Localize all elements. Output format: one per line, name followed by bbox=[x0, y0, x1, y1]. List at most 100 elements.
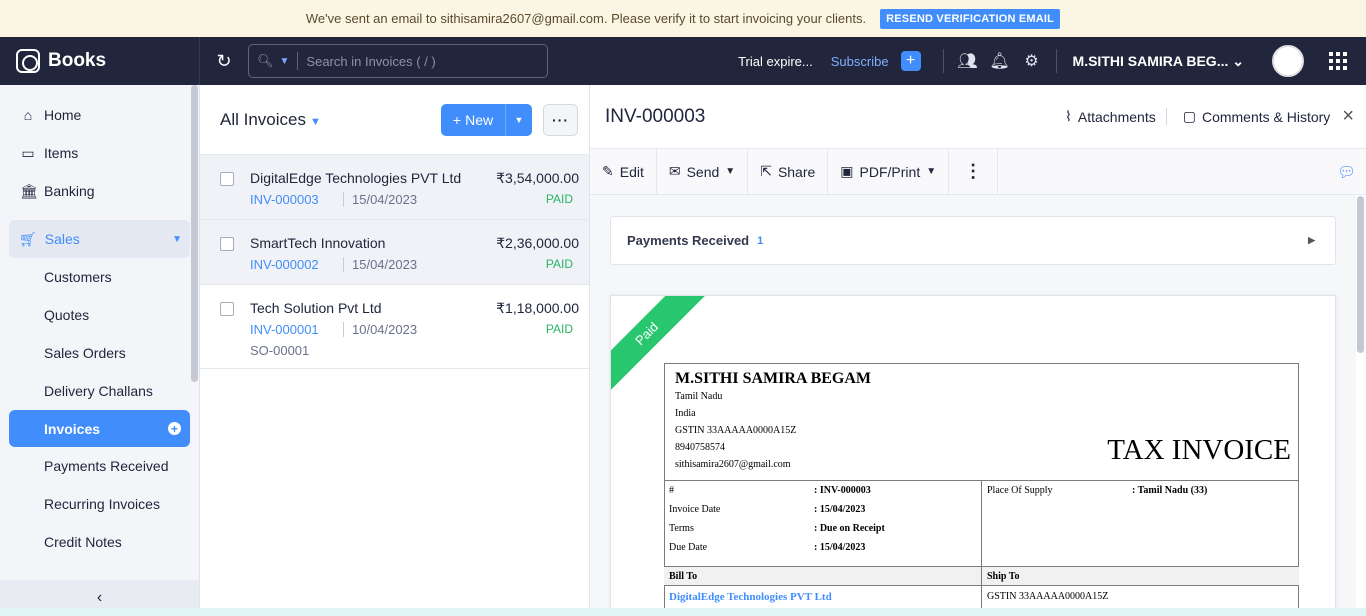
invoice-date: 10/04/2023 bbox=[343, 322, 417, 337]
detail-body: Payments Received 1 ▶ Paid M.SITHI SAMIR… bbox=[590, 195, 1356, 616]
chat-icon[interactable]: 💬︎ bbox=[1337, 163, 1356, 181]
resend-verification-button[interactable]: RESEND VERIFICATION EMAIL bbox=[880, 8, 1061, 29]
new-dropdown-caret-icon[interactable]: ▼ bbox=[505, 103, 532, 136]
list-view-selector[interactable]: All Invoices ▼ bbox=[220, 110, 321, 130]
org-name: M.SITHI SAMIRA BEGAM bbox=[675, 370, 872, 387]
sidebar-item-recurring-invoices[interactable]: Recurring Invoices bbox=[0, 485, 199, 523]
payments-count-badge: 1 bbox=[757, 234, 764, 247]
plus-icon: + bbox=[452, 111, 462, 128]
verification-banner: We've sent an email to sithisamira2607@g… bbox=[0, 0, 1366, 37]
invoice-number[interactable]: INV-000002 bbox=[250, 257, 319, 272]
list-item[interactable]: DigitalEdge Technologies PVT Ltd ₹3,54,0… bbox=[200, 155, 589, 220]
sidebar-item-banking[interactable]: 🏛︎ Banking bbox=[0, 172, 199, 210]
sidebar-item-label: Home bbox=[44, 107, 82, 123]
share-button[interactable]: ⇱ Share bbox=[748, 148, 829, 195]
org-state: Tamil Nadu bbox=[675, 391, 723, 402]
organization-switcher[interactable]: M.SITHI SAMIRA BEG... ⌄ bbox=[1073, 53, 1244, 70]
search-placeholder: Search in Invoices ( / ) bbox=[306, 53, 436, 69]
comment-icon: ▢ bbox=[1182, 108, 1196, 124]
invoice-date: 15/04/2023 bbox=[343, 192, 417, 207]
edit-button[interactable]: ✎ Edit bbox=[590, 148, 657, 195]
search-icon: 🔍︎ bbox=[257, 53, 274, 68]
list-item[interactable]: SmartTech Innovation ₹2,36,000.00 INV-00… bbox=[200, 220, 589, 285]
ship-to-label: Ship To bbox=[987, 571, 1020, 582]
add-invoice-plus-icon[interactable]: + bbox=[168, 422, 181, 435]
row-checkbox[interactable] bbox=[220, 302, 234, 316]
sidebar-item-payments-received[interactable]: Payments Received bbox=[0, 447, 199, 485]
sidebar-item-customers[interactable]: Customers bbox=[0, 258, 199, 296]
app-brand[interactable]: Books bbox=[0, 37, 200, 85]
expand-arrow-icon[interactable]: ▶ bbox=[1308, 235, 1315, 246]
gear-icon[interactable]: ⚙ bbox=[1016, 51, 1048, 71]
detail-scrollbar[interactable] bbox=[1357, 196, 1364, 353]
send-button[interactable]: ✉ Send ▼ bbox=[657, 148, 749, 195]
chevron-down-icon[interactable]: ▼ bbox=[280, 56, 290, 67]
paperclip-icon: ⌇ bbox=[1065, 108, 1072, 124]
sidebar-item-home[interactable]: ⌂ Home bbox=[0, 96, 199, 134]
quick-create-plus-icon[interactable]: + bbox=[900, 51, 921, 71]
cart-icon: 🛒︎ bbox=[19, 230, 37, 247]
sidebar: ⌂ Home ▭ Items 🏛︎ Banking 🛒︎ Sales ▼ Cus… bbox=[0, 85, 200, 616]
sidebar-item-invoices[interactable]: Invoices + bbox=[9, 410, 190, 447]
pdf-icon: ▣ bbox=[840, 163, 854, 179]
search-input[interactable]: 🔍︎ ▼ Search in Invoices ( / ) bbox=[248, 44, 548, 78]
close-icon[interactable]: × bbox=[1342, 105, 1354, 128]
customer-name: SmartTech Innovation bbox=[250, 235, 386, 251]
more-options-button[interactable]: ··· bbox=[543, 103, 578, 136]
sidebar-item-label: Banking bbox=[44, 183, 95, 199]
row-checkbox[interactable] bbox=[220, 172, 234, 186]
org-email: sithisamira2607@gmail.com bbox=[675, 459, 791, 470]
payments-received-section[interactable]: Payments Received 1 ▶ bbox=[610, 216, 1336, 265]
caret-down-icon: ▼ bbox=[926, 166, 937, 177]
bell-icon[interactable]: 🔔︎ bbox=[984, 51, 1016, 71]
place-of-supply-row: Place Of Supply: Tamil Nadu (33) bbox=[987, 485, 1208, 496]
list-item[interactable]: Tech Solution Pvt Ltd ₹1,18,000.00 INV-0… bbox=[200, 285, 589, 369]
invoice-number[interactable]: INV-000003 bbox=[250, 192, 319, 207]
bill-to-label: Bill To bbox=[664, 567, 982, 585]
share-icon: ⇱ bbox=[760, 163, 772, 179]
trial-status[interactable]: Trial expire... bbox=[738, 54, 813, 69]
sidebar-item-label: Items bbox=[44, 145, 79, 161]
meta-row: Invoice Date: 15/04/2023 bbox=[669, 504, 866, 515]
attachments-button[interactable]: ⌇ Attachments bbox=[1065, 108, 1167, 125]
books-logo-icon bbox=[16, 49, 40, 73]
invoice-detail-pane: INV-000003 ⌇ Attachments ▢ Comments & Hist… bbox=[590, 85, 1366, 616]
status-badge: PAID bbox=[545, 257, 573, 271]
new-invoice-button[interactable]: + New bbox=[441, 103, 505, 136]
sidebar-item-quotes[interactable]: Quotes bbox=[0, 296, 199, 334]
home-icon: ⌂ bbox=[23, 107, 33, 123]
items-icon: ▭ bbox=[21, 144, 35, 161]
app-name: Books bbox=[48, 50, 107, 71]
new-button-group: + New ▼ bbox=[441, 103, 532, 136]
more-actions-icon[interactable]: ⋮ bbox=[949, 148, 999, 195]
meta-row: Due Date: 15/04/2023 bbox=[669, 542, 866, 553]
avatar[interactable] bbox=[1272, 45, 1304, 77]
banner-message: We've sent an email to sithisamira2607@g… bbox=[305, 11, 867, 26]
invoice-meta: #: INV-000003 Invoice Date: 15/04/2023 T… bbox=[664, 480, 1299, 566]
sidebar-scrollbar[interactable] bbox=[191, 85, 198, 382]
meta-row: #: INV-000003 bbox=[669, 485, 871, 496]
recent-history-icon[interactable]: ↻ bbox=[200, 51, 248, 72]
invoice-number[interactable]: INV-000001 bbox=[250, 322, 319, 337]
chevron-down-icon: ▼ bbox=[309, 115, 321, 128]
row-checkbox[interactable] bbox=[220, 237, 234, 251]
users-icon[interactable]: 👥︎ bbox=[952, 51, 984, 71]
sidebar-item-sales-orders[interactable]: Sales Orders bbox=[0, 334, 199, 372]
sidebar-item-credit-notes[interactable]: Credit Notes bbox=[0, 523, 199, 561]
bank-icon: 🏛︎ bbox=[20, 182, 38, 199]
sidebar-item-label: Invoices bbox=[44, 420, 101, 437]
subscribe-link[interactable]: Subscribe bbox=[831, 54, 889, 69]
sidebar-item-items[interactable]: ▭ Items bbox=[0, 134, 199, 172]
sidebar-item-delivery-challans[interactable]: Delivery Challans bbox=[0, 372, 199, 410]
invoice-amount: ₹3,54,000.00 bbox=[496, 170, 579, 186]
detail-toolbar: ✎ Edit ✉ Send ▼ ⇱ Share ▣ PDF/Print ▼ ⋮ 💬︎ bbox=[590, 148, 1366, 195]
section-title: Payments Received bbox=[627, 233, 750, 248]
apps-grid-icon[interactable] bbox=[1320, 37, 1356, 85]
status-badge: PAID bbox=[545, 192, 573, 206]
page-title: INV-000003 bbox=[605, 105, 706, 127]
comments-history-button[interactable]: ▢ Comments & History bbox=[1167, 108, 1341, 125]
pencil-icon: ✎ bbox=[602, 163, 614, 179]
sidebar-item-sales[interactable]: 🛒︎ Sales ▼ bbox=[9, 220, 190, 258]
pdf-print-button[interactable]: ▣ PDF/Print ▼ bbox=[828, 148, 950, 195]
status-badge: PAID bbox=[545, 322, 573, 336]
